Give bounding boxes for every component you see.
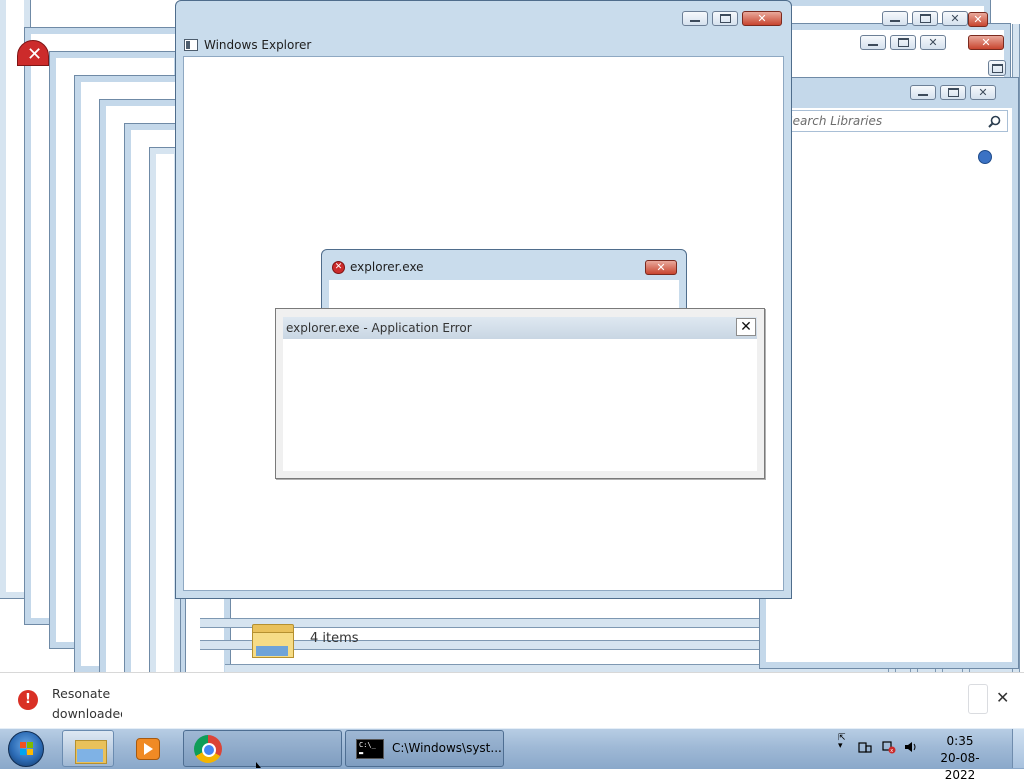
maximize-button[interactable] <box>940 85 966 100</box>
items-count: 4 items <box>310 630 359 646</box>
media-player-icon <box>136 738 160 760</box>
close-button[interactable]: ✕ <box>736 318 756 336</box>
dialog-content <box>329 280 679 310</box>
system-clock[interactable]: 0:35 20-08-2022 <box>928 733 992 784</box>
restore-button[interactable] <box>988 60 1006 76</box>
taskbar-explorer[interactable] <box>62 730 114 767</box>
minimize-button[interactable] <box>682 11 708 26</box>
close-icon: ✕ <box>656 261 666 274</box>
volume-icon[interactable] <box>904 740 918 754</box>
error-icon: ! <box>18 690 38 710</box>
taskbar-media-player[interactable] <box>122 730 174 767</box>
close-button[interactable]: ✕ <box>742 11 782 26</box>
minimize-icon <box>868 43 878 46</box>
maximize-icon <box>897 38 909 47</box>
window-controls: ✕ <box>882 11 968 26</box>
start-button[interactable] <box>8 731 44 767</box>
close-icon: ✕ <box>981 36 991 49</box>
error-icon: ✕ <box>17 40 49 66</box>
close-button[interactable]: ✕ <box>968 12 988 27</box>
windows-logo-icon <box>20 742 34 756</box>
window-icon <box>184 39 198 51</box>
close-button[interactable]: ✕ <box>970 85 996 100</box>
download-message: Resonate downloaded <box>52 684 122 724</box>
search-box[interactable] <box>776 110 1008 132</box>
maximize-button[interactable] <box>712 11 738 26</box>
show-desktop-button[interactable] <box>1012 729 1024 768</box>
maximize-button[interactable] <box>890 35 916 50</box>
minimize-icon <box>690 19 700 22</box>
maximize-icon <box>991 63 1003 73</box>
dialog-title: explorer.exe <box>350 260 424 274</box>
taskbar-chrome[interactable] <box>183 730 342 767</box>
libraries-window <box>759 77 1019 669</box>
close-button[interactable]: ✕ <box>645 260 677 275</box>
dialog-titlebar: explorer.exe - Application Error <box>283 317 757 339</box>
show-hidden-icons-button[interactable]: ⇱ ▾ <box>838 734 846 751</box>
search-input[interactable] <box>785 114 975 128</box>
download-notification-bar <box>0 672 1024 729</box>
network-error-icon[interactable]: x <box>882 740 896 754</box>
close-button[interactable]: ✕ <box>968 35 1004 50</box>
maximize-icon <box>947 88 959 97</box>
mouse-cursor-icon <box>256 762 261 768</box>
minimize-button[interactable] <box>910 85 936 100</box>
dialog-content <box>283 339 757 471</box>
taskbar-cmd[interactable]: C:\_ ▬ C:\Windows\syst... <box>345 730 504 767</box>
window-controls: ✕ <box>860 35 946 50</box>
explorer-error-dialog: ✕ explorer.exe ✕ <box>321 249 687 311</box>
minimize-icon <box>890 19 900 22</box>
dialog-titlebar: ✕ explorer.exe <box>332 260 424 274</box>
libraries-folder-icon <box>250 618 294 658</box>
search-icon[interactable] <box>988 115 1001 128</box>
window-title: Windows Explorer <box>204 38 312 52</box>
minimize-button[interactable] <box>860 35 886 50</box>
action-center-icon[interactable] <box>858 740 872 754</box>
download-line-2: downloaded <box>52 706 122 721</box>
close-icon: ✕ <box>928 36 938 49</box>
close-icon: ✕ <box>978 86 988 99</box>
window-controls: ✕ <box>910 85 996 100</box>
clock-time: 0:35 <box>946 734 974 748</box>
close-icon: ✕ <box>973 13 983 26</box>
maximize-button[interactable] <box>912 11 938 26</box>
maximize-icon <box>919 14 931 23</box>
svg-text:x: x <box>890 748 893 754</box>
download-line-1: Resonate <box>52 686 111 701</box>
error-icon: ✕ <box>332 260 345 274</box>
minimize-icon <box>918 93 928 96</box>
dialog-title: explorer.exe - Application Error <box>286 321 472 335</box>
folder-icon <box>75 737 107 764</box>
close-icon: ✕ <box>757 12 767 25</box>
chrome-icon <box>194 735 222 763</box>
download-action-button[interactable] <box>968 684 988 714</box>
window-controls: ✕ <box>682 11 782 26</box>
clock-date: 20-08-2022 <box>940 751 980 782</box>
close-icon: ✕ <box>950 12 960 25</box>
window-titlebar: Windows Explorer <box>184 37 311 53</box>
help-icon[interactable] <box>978 150 992 164</box>
minimize-button[interactable] <box>882 11 908 26</box>
status-bar: 4 items <box>250 618 359 658</box>
taskbar-cmd-label: C:\Windows\syst... <box>392 741 502 755</box>
cmd-icon: C:\_ ▬ <box>356 739 384 759</box>
maximize-icon <box>719 14 731 23</box>
application-error-dialog: explorer.exe - Application Error ✕ <box>275 308 765 479</box>
close-button[interactable]: ✕ <box>920 35 946 50</box>
close-icon[interactable]: ✕ <box>996 688 1009 707</box>
close-button[interactable]: ✕ <box>942 11 968 26</box>
